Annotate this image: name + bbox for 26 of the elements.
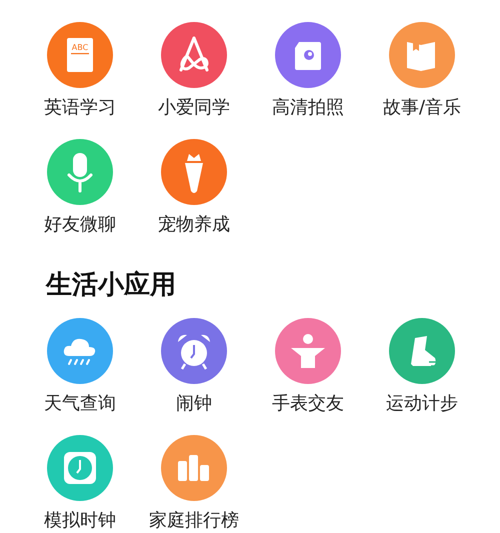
app-shortcut[interactable]: 小爱同学 [137,22,251,119]
app-label: 手表交友 [272,393,344,415]
app-shortcut[interactable]: 故事/音乐 [365,22,479,119]
app-label: 运动计步 [386,393,458,415]
app-label: 小爱同学 [158,97,230,119]
section-title: 生活小应用 [46,270,177,300]
app-shortcut[interactable]: 宠物养成 [137,139,251,236]
app-label: 闹钟 [176,393,212,415]
app-label: 英语学习 [44,97,116,119]
app-shortcut[interactable]: ABC 英语学习 [23,22,137,119]
app-label: 家庭排行榜 [149,510,239,532]
app-label: 模拟时钟 [44,510,116,532]
app-shortcut[interactable]: 高清拍照 [251,22,365,119]
app-label: 宠物养成 [158,214,230,236]
app-label: 高清拍照 [272,97,344,119]
app-shortcut[interactable]: 家庭排行榜 [137,435,251,532]
app-shortcut[interactable]: 运动计步 [365,318,479,415]
app-shortcut[interactable]: 闹钟 [137,318,251,415]
app-shortcut[interactable]: 天气查询 [23,318,137,415]
app-label: 天气查询 [44,393,116,415]
app-shortcut[interactable]: 好友微聊 [23,139,137,236]
app-label: 好友微聊 [44,214,116,236]
app-shortcut[interactable]: 手表交友 [251,318,365,415]
app-shortcut[interactable]: 模拟时钟 [23,435,137,532]
book-icon: ABC [47,22,113,88]
app-label: 故事/音乐 [382,97,462,119]
